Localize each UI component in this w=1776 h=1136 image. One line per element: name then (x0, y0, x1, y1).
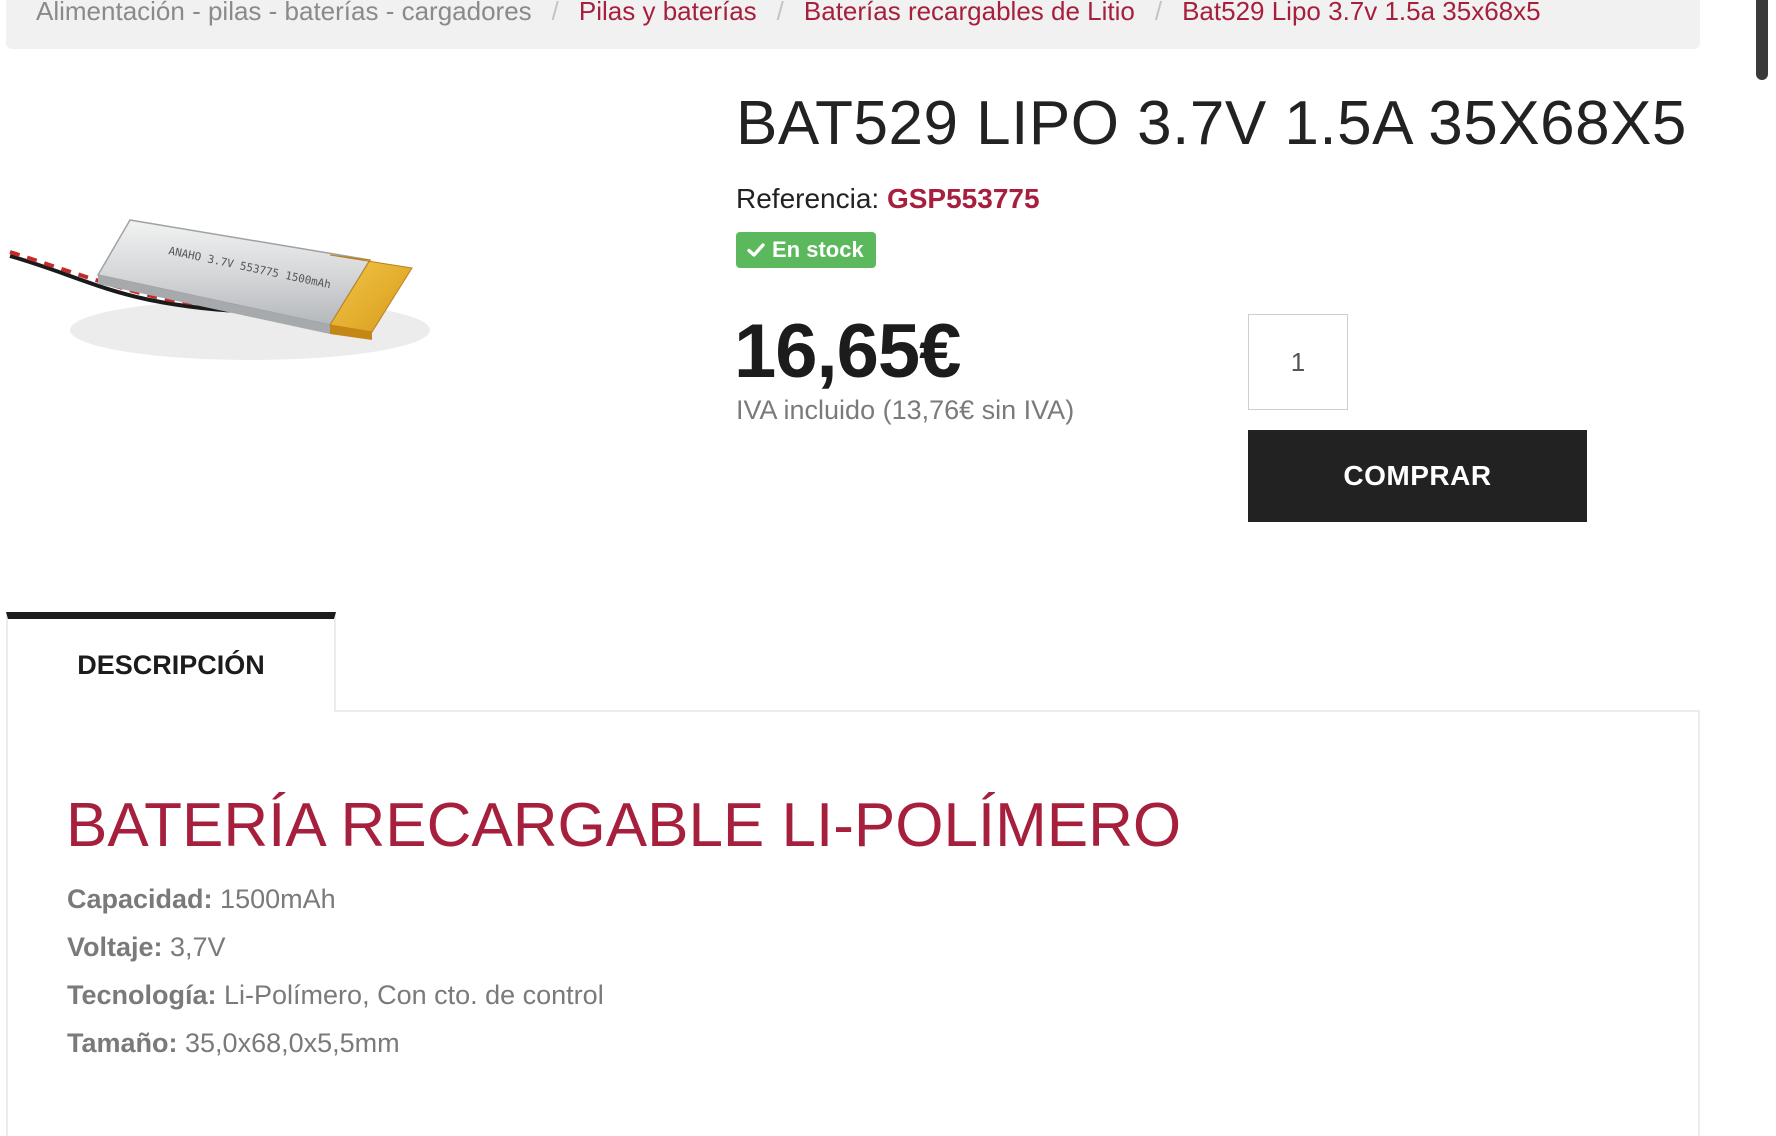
product-price: 16,65€ (734, 309, 961, 394)
spec-value: Li-Polímero, Con cto. de control (216, 980, 604, 1010)
tax-note: IVA incluido (13,76€ sin IVA) (736, 395, 1075, 425)
quantity-input[interactable] (1248, 314, 1348, 410)
spec-voltage: Voltaje: 3,7V (67, 932, 604, 980)
buy-button[interactable]: COMPRAR (1248, 430, 1587, 522)
breadcrumb: Alimentación - pilas - baterías - cargad… (6, 0, 1700, 49)
spec-value: 35,0x68,0x5,5mm (177, 1028, 400, 1058)
product-title: BAT529 LIPO 3.7V 1.5A 35X68X5 (736, 89, 1687, 158)
spec-value: 1500mAh (212, 884, 336, 914)
stock-badge: En stock (736, 232, 876, 268)
spec-label: Tamaño: (67, 1028, 178, 1058)
spec-label: Capacidad: (67, 884, 213, 914)
scrollbar-track[interactable] (1752, 0, 1776, 1136)
reference-label: Referencia: (736, 183, 880, 214)
breadcrumb-item-alimentacion[interactable]: Alimentación - pilas - baterías - cargad… (36, 0, 532, 27)
product-page: Alimentación - pilas - baterías - cargad… (0, 0, 1776, 1136)
product-image[interactable]: ANAHO 3.7V 553775 1500mAh (0, 150, 430, 390)
tab-description[interactable]: DESCRIPCIÓN (6, 612, 336, 712)
check-icon (747, 243, 765, 257)
spec-value: 3,7V (162, 932, 226, 962)
description-heading: BATERÍA RECARGABLE LI-POLÍMERO (66, 791, 1182, 860)
spec-capacity: Capacidad: 1500mAh (67, 884, 604, 932)
battery-product-image-icon: ANAHO 3.7V 553775 1500mAh (9, 219, 430, 360)
product-reference: Referencia: GSP553775 (736, 183, 1040, 215)
scrollbar-thumb[interactable] (1756, 0, 1768, 80)
breadcrumb-separator: / (551, 0, 559, 26)
spec-label: Tecnología: (67, 980, 217, 1010)
breadcrumb-separator: / (776, 0, 784, 26)
breadcrumb-separator: / (1154, 0, 1163, 26)
spec-list: Capacidad: 1500mAh Voltaje: 3,7V Tecnolo… (67, 884, 604, 1076)
spec-technology: Tecnología: Li-Polímero, Con cto. de con… (67, 980, 604, 1028)
reference-value: GSP553775 (886, 183, 1040, 214)
spec-size: Tamaño: 35,0x68,0x5,5mm (67, 1028, 604, 1076)
breadcrumb-item-baterias-litio[interactable]: Baterías recargables de Litio (804, 0, 1135, 27)
breadcrumb-item-pilas-baterias[interactable]: Pilas y baterías (579, 0, 757, 27)
breadcrumb-item-current-product[interactable]: Bat529 Lipo 3.7v 1.5a 35x68x5 (1182, 0, 1541, 27)
spec-label: Voltaje: (67, 932, 163, 962)
stock-label: En stock (772, 237, 864, 262)
